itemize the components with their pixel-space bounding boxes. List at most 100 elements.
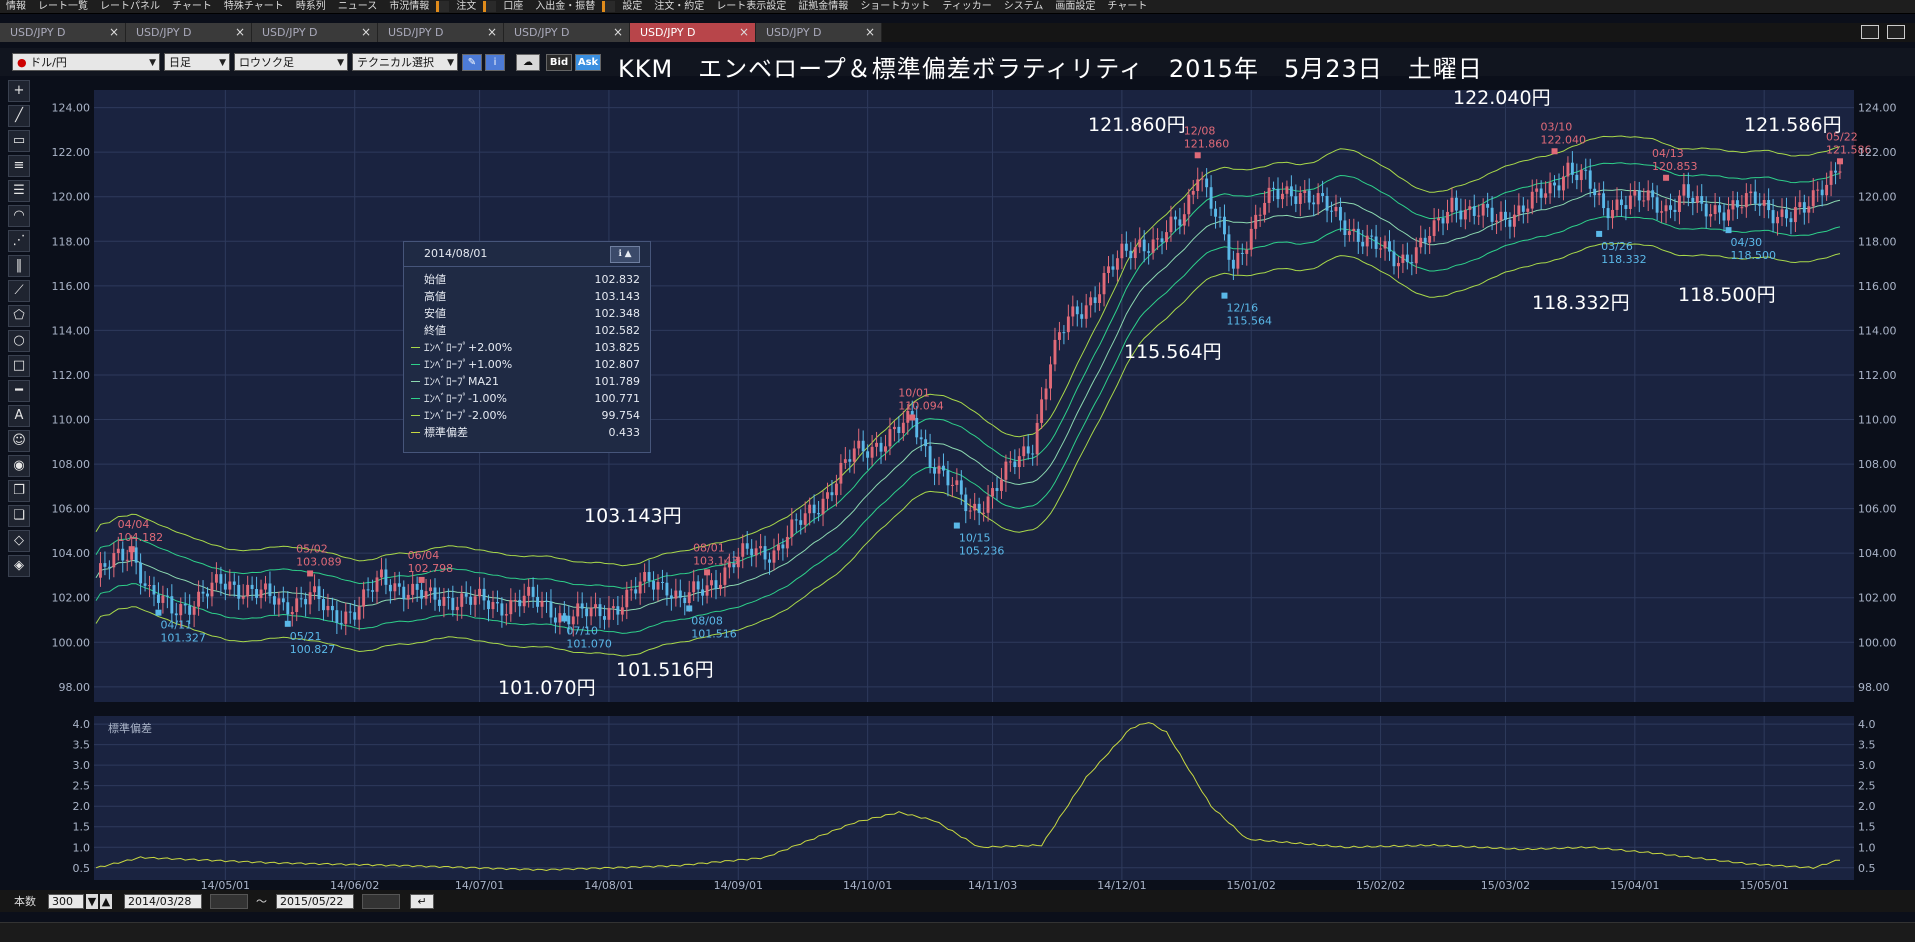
paste-icon[interactable]: ❏: [8, 505, 30, 527]
menu-item[interactable]: 入出金・振替: [529, 0, 601, 13]
menu-item[interactable]: 設定: [616, 0, 648, 13]
menu-item[interactable]: 時系列: [290, 0, 332, 13]
chart-tab[interactable]: USD/JPY D ×: [504, 23, 630, 42]
close-window-icon[interactable]: [1887, 25, 1905, 39]
cloud-icon[interactable]: ☁: [516, 54, 540, 71]
close-tab-icon[interactable]: ×: [613, 25, 623, 39]
menu-item[interactable]: 情報: [0, 0, 32, 13]
info-row-label: ｴﾝﾍﾞﾛｰﾌﾟ-2.00%: [424, 409, 507, 422]
from-date-input[interactable]: 2014/03/28: [124, 894, 202, 909]
eraser-all-icon[interactable]: ◈: [8, 555, 30, 577]
close-tab-icon[interactable]: ×: [865, 25, 875, 39]
menu-item[interactable]: ニュース: [332, 0, 384, 13]
bid-button[interactable]: Bid: [546, 54, 572, 71]
candle-body: [647, 572, 651, 581]
chart-type-select[interactable]: ロウソク足: [234, 53, 348, 72]
menu-item[interactable]: 証拠金情報: [792, 0, 854, 13]
info-button[interactable]: i: [485, 54, 505, 71]
menu-item[interactable]: レート一覧: [32, 0, 94, 13]
period-select[interactable]: 日足: [164, 53, 230, 72]
candle-body: [469, 596, 473, 605]
candle-body: [669, 595, 673, 599]
circle-icon[interactable]: ○: [8, 330, 30, 352]
chart-tab[interactable]: USD/JPY D ×: [630, 23, 756, 42]
candle-body: [1182, 214, 1186, 226]
return-icon[interactable]: ↵: [410, 894, 434, 909]
gann-fan-icon[interactable]: ⟋: [8, 280, 30, 302]
candle-body: [625, 589, 629, 608]
candle-body: [915, 417, 919, 438]
close-tab-icon[interactable]: ×: [739, 25, 749, 39]
text-icon[interactable]: A: [8, 405, 30, 427]
candle-body: [861, 440, 865, 452]
info-collapse-button[interactable]: ℹ ▲: [610, 246, 640, 263]
fibonacci-icon[interactable]: ☰: [8, 180, 30, 202]
candle-body: [1276, 188, 1280, 200]
count-dropdown-icon[interactable]: ▼: [86, 894, 98, 909]
candle-body: [1441, 218, 1445, 224]
close-tab-icon[interactable]: ×: [235, 25, 245, 39]
candle-body: [1267, 187, 1271, 203]
emoji-icon[interactable]: ☺: [8, 430, 30, 452]
arc-icon[interactable]: ◠: [8, 205, 30, 227]
technical-select[interactable]: テクニカル選択: [352, 53, 458, 72]
candle-body: [197, 591, 201, 607]
ruler-icon[interactable]: ▭: [8, 130, 30, 152]
hline-icon[interactable]: ━: [8, 380, 30, 402]
chart-tab[interactable]: USD/JPY D ×: [0, 23, 126, 42]
menu-item[interactable]: 注文・約定: [648, 0, 710, 13]
fan-icon[interactable]: ⋰: [8, 230, 30, 252]
candle-body: [250, 584, 254, 589]
low-date-label: 08/08: [691, 614, 723, 627]
copy-icon[interactable]: ❐: [8, 480, 30, 502]
camera-icon[interactable]: ◉: [8, 455, 30, 477]
high-marker: [704, 569, 711, 576]
horizontal-lines-icon[interactable]: ≡: [8, 155, 30, 177]
menu-item[interactable]: 特殊チャート: [218, 0, 290, 13]
menu-item[interactable]: 画面設定: [1049, 0, 1101, 13]
pen-tool-button[interactable]: ✎: [462, 54, 482, 71]
close-tab-icon[interactable]: ×: [109, 25, 119, 39]
menu-item[interactable]: チャート: [1101, 0, 1153, 13]
vertical-lines-icon[interactable]: ‖: [8, 255, 30, 277]
candle-body: [1281, 193, 1284, 200]
low-date-label: 04/30: [1730, 236, 1762, 249]
candle-body: [148, 585, 151, 587]
menu-item[interactable]: チャート: [166, 0, 218, 13]
menu-item[interactable]: レートパネル: [94, 0, 166, 13]
to-time-input[interactable]: [362, 894, 400, 909]
price-chart[interactable]: 04/04104.182 05/02103.089 06/04102.798 08/0…: [34, 80, 1915, 890]
candle-body: [1147, 251, 1151, 253]
ask-button[interactable]: Ask: [575, 54, 601, 71]
menu-item[interactable]: レート表示設定: [710, 0, 792, 13]
currency-pair-select[interactable]: ● ドル/円: [12, 53, 160, 72]
menu-item[interactable]: 市況情報: [383, 0, 435, 13]
chart-tab[interactable]: USD/JPY D ×: [252, 23, 378, 42]
crosshair-icon[interactable]: +: [8, 80, 30, 102]
restore-window-icon[interactable]: [1861, 25, 1879, 39]
candle-body: [1388, 241, 1391, 252]
close-tab-icon[interactable]: ×: [361, 25, 371, 39]
candle-body: [558, 613, 562, 623]
eraser-icon[interactable]: ◇: [8, 530, 30, 552]
pentagon-icon[interactable]: ⬠: [8, 305, 30, 327]
rectangle-icon[interactable]: □: [8, 355, 30, 377]
chart-tab[interactable]: USD/JPY D ×: [378, 23, 504, 42]
ohlc-info-panel[interactable]: 2014/08/01 ℹ ▲ 始値 102.832 高値 103.143 安値 102.3…: [403, 241, 651, 453]
chart-tab[interactable]: USD/JPY D ×: [756, 23, 882, 42]
chart-tab[interactable]: USD/JPY D ×: [126, 23, 252, 42]
menu-item[interactable]: 口座: [497, 0, 529, 13]
from-time-input[interactable]: [210, 894, 248, 909]
count-input[interactable]: 300: [48, 894, 84, 909]
to-date-input[interactable]: 2015/05/22: [276, 894, 354, 909]
info-row-label: ｴﾝﾍﾞﾛｰﾌﾟ-1.00%: [424, 392, 507, 405]
candle-body: [776, 544, 780, 551]
menu-item[interactable]: ショートカット: [854, 0, 936, 13]
menu-item[interactable]: ティッカー: [936, 0, 997, 13]
trendline-icon[interactable]: ╱: [8, 105, 30, 127]
close-tab-icon[interactable]: ×: [487, 25, 497, 39]
candle-body: [562, 613, 566, 616]
menu-item[interactable]: システム: [998, 0, 1050, 13]
menu-item[interactable]: 注文: [450, 0, 482, 13]
count-up-icon[interactable]: ▲: [100, 894, 112, 909]
